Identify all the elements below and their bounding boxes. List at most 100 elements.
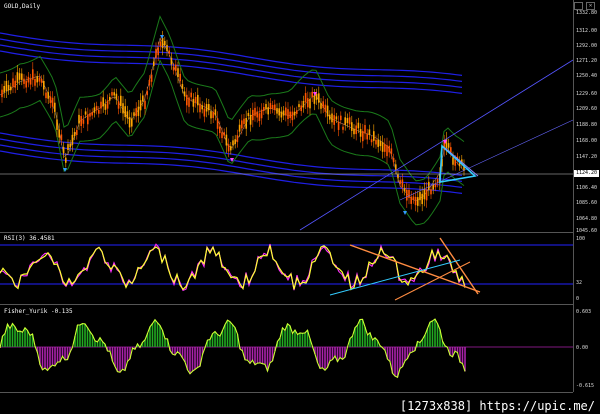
candle-body	[414, 196, 417, 206]
candle-body	[447, 143, 450, 148]
candle-body	[307, 98, 309, 108]
candle-body	[344, 117, 346, 125]
time-axis[interactable]	[0, 392, 573, 396]
candle-body	[417, 197, 419, 206]
candle-body	[322, 101, 324, 108]
candle-body	[245, 118, 247, 129]
candle-body	[12, 78, 14, 87]
candle-body	[370, 139, 373, 143]
fisher-tick: -0.615	[576, 383, 595, 389]
candle-body	[274, 104, 276, 111]
candle-body	[357, 122, 360, 129]
candle-body	[67, 144, 69, 151]
candle-body	[38, 77, 41, 82]
candle-body	[392, 157, 395, 163]
candle-body	[355, 125, 357, 135]
candle-body	[40, 79, 43, 83]
candle-body	[199, 103, 201, 113]
candle-body	[14, 80, 16, 88]
price-tick: 1229.60	[576, 91, 598, 97]
candle-body	[153, 61, 155, 66]
candle-body	[21, 73, 23, 80]
candle-body	[115, 93, 118, 100]
rsi-tick: 100	[576, 236, 586, 242]
candle-body	[126, 111, 129, 119]
candle-body	[144, 100, 146, 110]
rsi-signal-line	[0, 243, 466, 292]
candle-body	[309, 98, 311, 109]
candle-body	[98, 109, 100, 114]
candle-body	[287, 109, 289, 120]
candle-body	[232, 140, 234, 146]
candle-body	[18, 73, 21, 80]
candle-body	[51, 97, 54, 107]
candle-body	[348, 117, 351, 125]
candle-body	[359, 129, 362, 137]
candle-body	[379, 140, 382, 147]
chart-canvas[interactable]	[0, 0, 600, 414]
candle-body	[155, 48, 157, 58]
candle-body	[406, 189, 408, 201]
price-tick: 1250.40	[576, 73, 598, 79]
current-price-label: 1124.20	[574, 170, 599, 177]
price-tick: 1271.20	[576, 58, 598, 64]
candle-body	[384, 144, 386, 152]
rsi-scale[interactable]: 100 32 0	[573, 232, 600, 304]
candle-body	[109, 96, 111, 101]
candle-body	[164, 40, 166, 46]
candle-body	[113, 92, 115, 96]
candle-body	[175, 64, 177, 71]
candle-body	[166, 44, 168, 52]
candle-body	[368, 129, 371, 135]
candle-body	[104, 104, 107, 110]
candle-body	[82, 119, 85, 124]
candle-body	[106, 100, 109, 109]
candle-body	[186, 94, 188, 106]
candle-body	[111, 92, 113, 96]
price-tick: 1085.60	[576, 200, 598, 206]
candle-body	[161, 37, 164, 49]
candle-body	[122, 103, 124, 114]
candle-body	[93, 107, 96, 113]
candle-body	[124, 106, 126, 117]
rsi-panel-title: RSI(3) 36.4581	[4, 235, 55, 242]
candle-body	[179, 73, 181, 82]
candle-body	[256, 111, 258, 118]
candle-body	[34, 78, 36, 86]
candle-body	[159, 41, 162, 47]
candle-body	[69, 143, 71, 148]
candle-body	[91, 112, 93, 116]
candle-body	[397, 174, 399, 179]
chart-window[interactable]: ✕ GOLD,Daily RSI(3) 36.4581 Fisher_Yurik…	[0, 0, 600, 414]
candle-body	[362, 131, 364, 142]
candle-body	[225, 134, 228, 146]
candle-body	[54, 102, 56, 112]
candle-body	[243, 118, 245, 125]
candle-body	[302, 100, 305, 108]
candle-body	[373, 131, 375, 141]
candle-body	[238, 124, 241, 132]
candle-body	[137, 106, 140, 116]
candle-body	[454, 159, 456, 166]
candle-body	[366, 133, 368, 140]
candle-body	[36, 76, 38, 83]
main-price-scale[interactable]: 1332.80 1312.00 1292.00 1271.20 1250.40 …	[573, 0, 600, 234]
rsi-tick: 32	[576, 280, 583, 286]
panel-separator-fisher[interactable]	[0, 304, 573, 305]
candle-body	[386, 145, 388, 157]
fisher-scale[interactable]: 0.603 0.00 -0.615	[573, 304, 600, 392]
panel-separator-rsi[interactable]	[0, 232, 573, 233]
candle-body	[56, 119, 58, 130]
candle-body	[278, 108, 280, 116]
candle-body	[241, 120, 243, 129]
candle-body	[181, 84, 184, 89]
candle-body	[315, 93, 318, 100]
candle-body	[10, 86, 12, 91]
candle-body	[280, 111, 283, 118]
candle-body	[395, 164, 397, 170]
candle-body	[95, 105, 98, 111]
candle-body	[219, 126, 221, 134]
candle-body	[65, 157, 67, 163]
candle-body	[351, 122, 353, 131]
candle-body	[87, 114, 89, 125]
